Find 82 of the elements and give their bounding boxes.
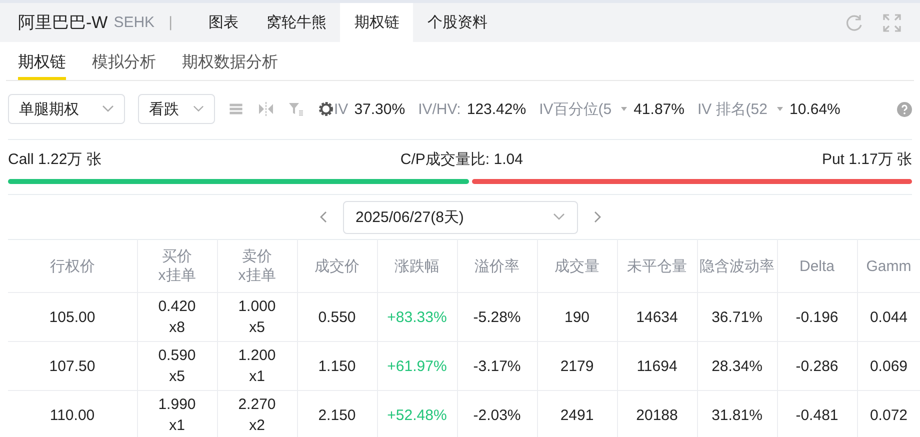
metric-value: 10.64%	[790, 100, 840, 118]
separator: |	[168, 13, 172, 33]
settings-icon[interactable]	[318, 101, 334, 117]
refresh-icon[interactable]	[844, 12, 864, 32]
chevron-down-icon	[102, 105, 114, 113]
column-header[interactable]: 卖价 x挂单	[217, 240, 297, 292]
table-icon[interactable]	[228, 101, 244, 117]
chevron-right-icon[interactable]	[592, 210, 602, 224]
dropdown-icon[interactable]	[620, 106, 628, 112]
tab[interactable]: 图表	[194, 3, 252, 42]
column-header[interactable]: 成交价	[297, 240, 377, 292]
metric-value: 123.42%	[466, 100, 526, 118]
table-cell: -2.03%	[457, 390, 537, 437]
column-header[interactable]: 涨跌幅	[377, 240, 457, 292]
metric-label: IV	[334, 100, 348, 118]
table-cell: 2179	[537, 342, 617, 390]
table-cell: +61.97%	[377, 342, 457, 390]
table-cell: 20188	[617, 390, 697, 437]
tab[interactable]: 窝轮牛熊	[252, 3, 340, 42]
table-cell: 0.072	[857, 390, 920, 437]
table-cell: 2.150	[297, 390, 377, 437]
column-header[interactable]: 买价 x挂单	[137, 240, 217, 292]
call-volume: Call 1.22万 张	[8, 150, 102, 169]
column-header[interactable]: Gamm	[857, 240, 920, 292]
table-cell: 11694	[617, 342, 697, 390]
column-header[interactable]: 成交量	[537, 240, 617, 292]
table-cell: -0.286	[777, 342, 857, 390]
table-cell: 2.270 x2	[217, 390, 297, 437]
dropdown-icon[interactable]	[776, 106, 784, 112]
fullscreen-icon[interactable]	[882, 12, 902, 32]
table-cell: +52.48%	[377, 390, 457, 437]
tab[interactable]: 期权链	[340, 3, 414, 42]
metric-value: 37.30%	[354, 100, 406, 118]
chevron-left-icon[interactable]	[318, 210, 328, 224]
call-put-ratio: C/P成交量比: 1.04	[400, 150, 523, 169]
subtab[interactable]: 模拟分析	[92, 42, 156, 80]
table-cell: 1.990 x1	[137, 390, 217, 437]
tab[interactable]: 个股资料	[413, 3, 502, 42]
help-icon[interactable]	[897, 102, 912, 116]
table-cell: 0.550	[297, 292, 377, 342]
table-cell: 1.000 x5	[217, 292, 297, 342]
dropdown[interactable]: 单腿期权	[8, 94, 125, 124]
mirror-icon[interactable]	[258, 101, 274, 117]
put-volume: Put 1.17万 张	[822, 150, 912, 169]
metric-label: IV 排名(52	[697, 100, 768, 118]
metric-label: IV百分位(5	[539, 100, 612, 118]
table-cell: -0.196	[777, 292, 857, 342]
expiry-dropdown[interactable]: 2025/06/27(8天)	[342, 200, 578, 234]
filter-icon[interactable]	[288, 101, 304, 117]
stock-title: 阿里巴巴-W	[17, 12, 108, 34]
subtab[interactable]: 期权数据分析	[182, 42, 278, 80]
dropdown[interactable]: 看跌	[138, 94, 215, 124]
table-cell: 28.34%	[697, 342, 777, 390]
table-cell: 2491	[537, 390, 617, 437]
table-cell: 1.200 x1	[217, 342, 297, 390]
table-cell: 190	[537, 292, 617, 342]
column-header[interactable]: 未平仓量	[617, 240, 697, 292]
metric-value: 41.87%	[634, 100, 684, 118]
column-header[interactable]: Delta	[777, 240, 857, 292]
column-header[interactable]: 行权价	[8, 240, 137, 292]
table-cell: 0.044	[857, 292, 920, 342]
table-cell: 1.150	[297, 342, 377, 390]
table-cell: -5.28%	[457, 292, 537, 342]
table-cell: 0.420 x8	[137, 292, 217, 342]
table-cell: 14634	[617, 292, 697, 342]
column-header[interactable]: 溢价率	[457, 240, 537, 292]
table-cell: -0.481	[777, 390, 857, 437]
table-cell: 107.50	[8, 342, 137, 390]
table-cell: 110.00	[8, 390, 137, 437]
table-cell: 0.590 x5	[137, 342, 217, 390]
table-cell: +83.33%	[377, 292, 457, 342]
table-cell: -3.17%	[457, 342, 537, 390]
chevron-down-icon	[193, 105, 204, 113]
chevron-down-icon	[552, 213, 564, 221]
market-code: SEHK	[114, 13, 155, 33]
subtab[interactable]: 期权链	[18, 42, 66, 80]
table-cell: 36.71%	[697, 292, 777, 342]
table-cell: 0.069	[857, 342, 920, 390]
column-header[interactable]: 隐含波动率	[697, 240, 777, 292]
table-cell: 31.81%	[697, 390, 777, 437]
metric-label: IV/HV:	[418, 100, 461, 118]
table-cell: 105.00	[8, 292, 137, 342]
